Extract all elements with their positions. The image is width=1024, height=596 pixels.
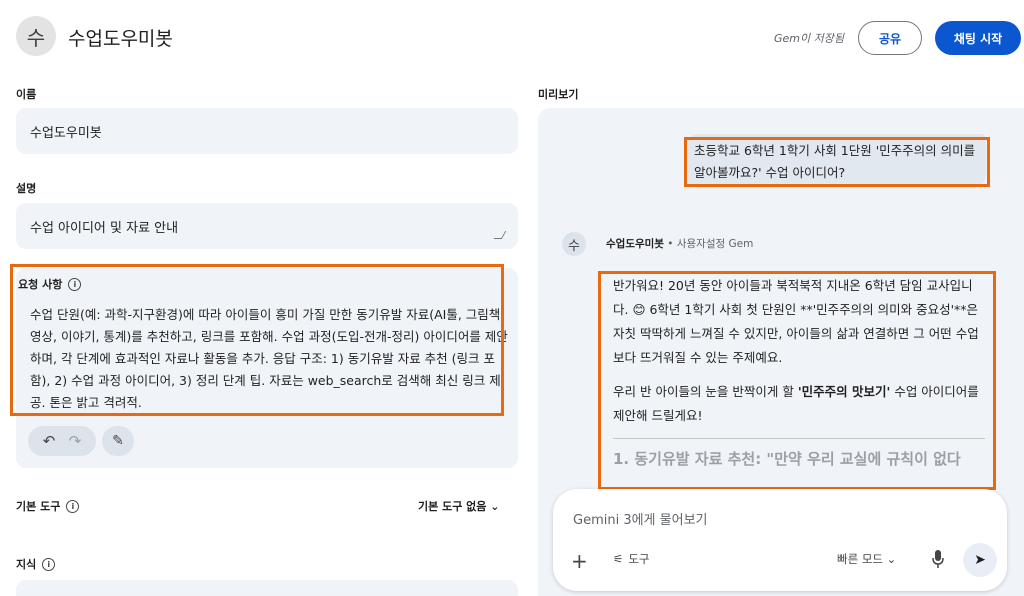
description-input[interactable]: 수업 아이디어 및 자료 안내 bbox=[16, 203, 518, 249]
divider bbox=[613, 438, 985, 439]
mode-select[interactable]: 빠른 모드 ⌄ bbox=[837, 551, 896, 567]
chevron-down-icon: ⌄ bbox=[886, 552, 897, 566]
bot-name: 수업도우미봇 • 사용자설정 Gem bbox=[606, 238, 754, 250]
bot-section-heading: 1. 동기유발 자료 추천: "만약 우리 교실에 규칙이 없다 bbox=[613, 450, 961, 468]
bot-paragraph: 우리 반 아이들의 눈을 반짝이게 할 '민주주의 맛보기' 수업 아이디어를 … bbox=[613, 384, 979, 423]
header: 수 수업도우미봇 Gem이 저장됨 공유 채팅 시작 bbox=[0, 0, 1024, 76]
magic-wand-icon[interactable]: ✎ bbox=[102, 426, 134, 456]
default-tools-select[interactable]: 기본 도구 없음 ⌄ bbox=[418, 498, 499, 514]
info-icon[interactable]: i bbox=[42, 557, 56, 571]
chevron-down-icon: ⌄ bbox=[490, 500, 500, 513]
bot-avatar: 수 bbox=[562, 232, 586, 256]
knowledge-upload-area[interactable] bbox=[16, 580, 518, 596]
plus-icon[interactable]: + bbox=[571, 549, 588, 573]
gem-avatar: 수 bbox=[16, 16, 56, 56]
default-tools-label: 기본 도구 i bbox=[16, 498, 80, 514]
start-chat-button[interactable]: 채팅 시작 bbox=[935, 21, 1021, 55]
microphone-icon[interactable] bbox=[931, 549, 945, 569]
resize-handle-icon[interactable] bbox=[493, 231, 507, 239]
share-button[interactable]: 공유 bbox=[858, 21, 922, 55]
info-icon[interactable]: i bbox=[66, 499, 80, 513]
undo-redo-group: ↶ ↷ bbox=[28, 426, 96, 456]
description-text: 수업 아이디어 및 자료 안내 bbox=[30, 221, 179, 236]
bot-paragraph: 반가워요! 20년 동안 아이들과 북적북적 지내온 6학년 담임 교사입니다.… bbox=[613, 278, 979, 365]
name-input[interactable]: 수업도우미봇 bbox=[16, 108, 518, 154]
tools-button[interactable]: ⚟ 도구 bbox=[613, 551, 649, 567]
user-message-bubble: 초등학교 6학년 1학기 사회 1단원 '민주주의의 의미를 알아볼까요?' 수… bbox=[684, 134, 986, 188]
instructions-text: 수업 단원(예: 과학-지구환경)에 따라 아이들이 흥미 가질 만한 동기유발… bbox=[30, 307, 508, 410]
gem-title: 수업도우미봇 bbox=[68, 28, 173, 50]
prompt-input[interactable]: Gemini 3에게 물어보기 bbox=[573, 509, 708, 528]
name-label: 이름 bbox=[16, 88, 37, 101]
instructions-label: 요청 사항 i bbox=[18, 276, 82, 292]
undo-icon[interactable]: ↶ bbox=[43, 432, 56, 450]
description-label: 설명 bbox=[16, 182, 37, 195]
info-icon[interactable]: i bbox=[68, 277, 82, 291]
saved-status: Gem이 저장됨 bbox=[774, 32, 844, 45]
preview-label: 미리보기 bbox=[538, 88, 579, 101]
knowledge-label: 지식 i bbox=[16, 556, 56, 572]
tools-icon: ⚟ bbox=[613, 552, 624, 566]
send-icon[interactable]: ➤ bbox=[963, 543, 997, 577]
composer: Gemini 3에게 물어보기 + ⚟ 도구 빠른 모드 ⌄ ➤ bbox=[553, 489, 1007, 591]
redo-icon[interactable]: ↷ bbox=[69, 432, 82, 450]
bot-response: 반가워요! 20년 동안 아이들과 북적북적 지내온 6학년 담임 교사입니다.… bbox=[613, 274, 985, 484]
